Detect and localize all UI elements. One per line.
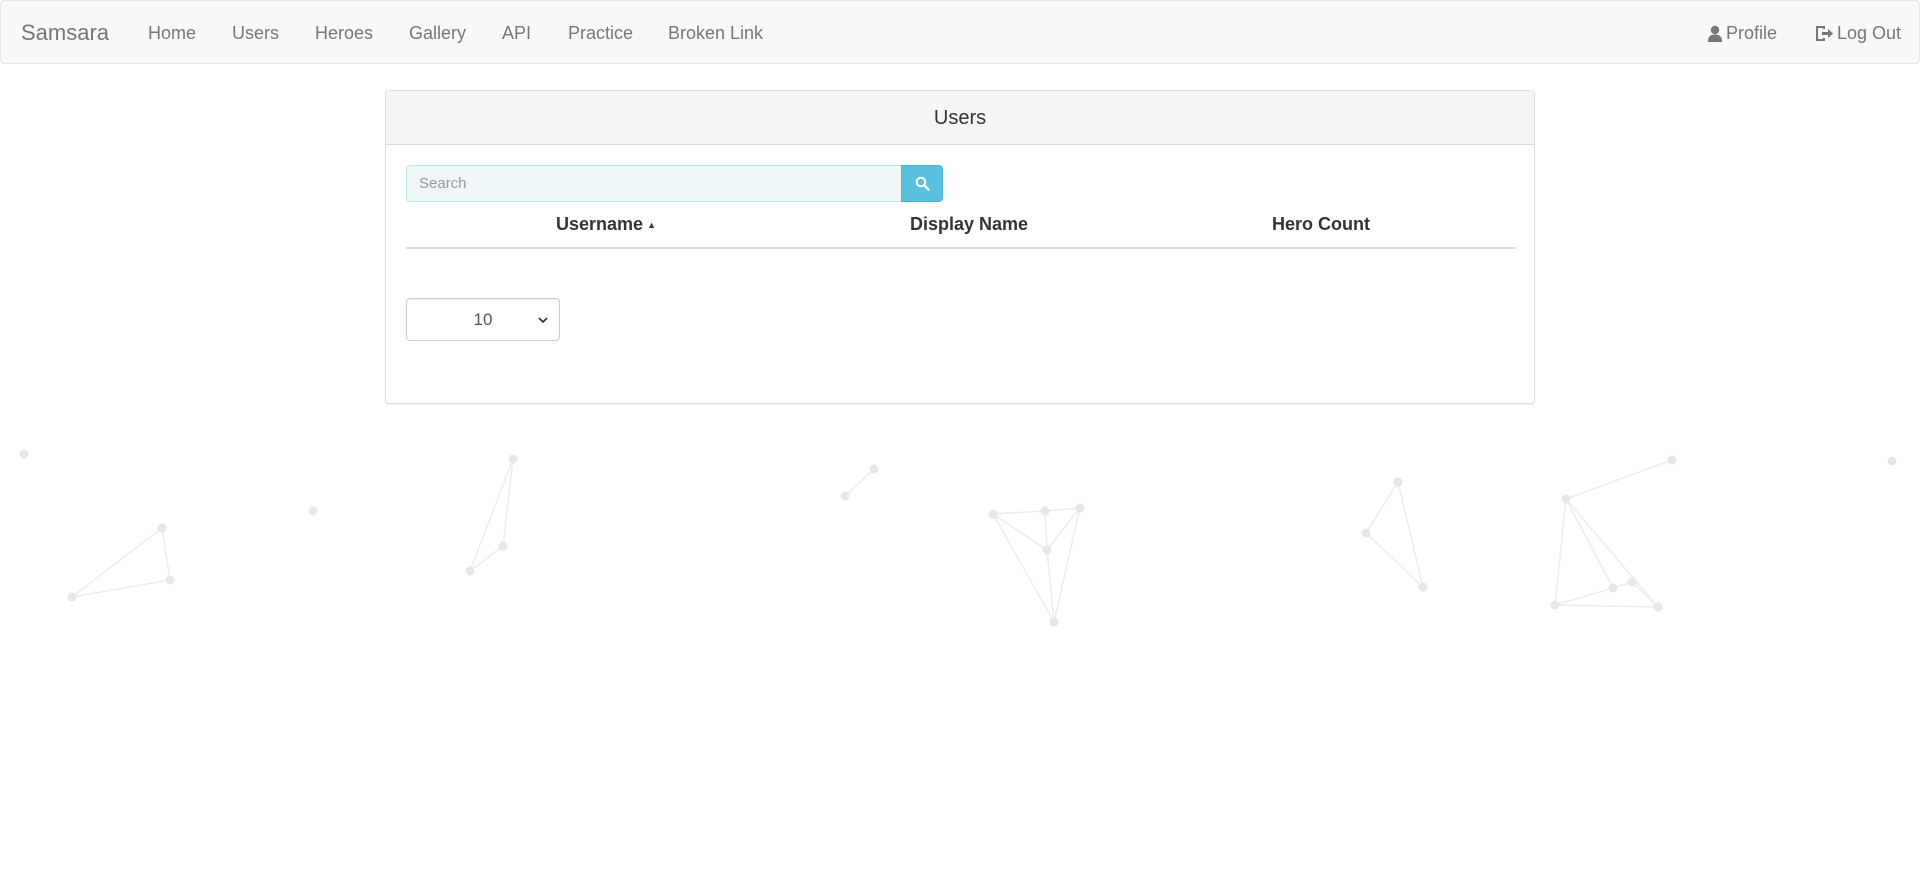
brand-link[interactable]: Samsara — [21, 20, 109, 46]
background-network-decoration — [19, 449, 1897, 627]
sort-ascending-icon: ▲ — [647, 220, 656, 231]
search-button[interactable] — [901, 165, 943, 202]
users-panel: Users Username▲ Display Name Hero Count … — [385, 90, 1535, 404]
table-header-divider — [406, 247, 1516, 249]
user-icon — [1708, 25, 1722, 42]
search-icon — [915, 176, 930, 191]
logout-link[interactable]: Log Out — [1815, 22, 1901, 44]
nav-item-broken-link[interactable]: Broken Link — [668, 22, 763, 44]
nav-item-heroes[interactable]: Heroes — [315, 22, 373, 44]
page-size-value: 10 — [473, 309, 493, 329]
nav-item-api[interactable]: API — [502, 22, 531, 44]
column-header-hero-count[interactable]: Hero Count — [1221, 213, 1421, 235]
chevron-down-icon — [538, 317, 548, 324]
logout-icon — [1816, 25, 1833, 41]
column-header-username[interactable]: Username ▲ — [506, 213, 706, 236]
nav-item-practice[interactable]: Practice — [568, 22, 633, 44]
nav-item-gallery[interactable]: Gallery — [409, 22, 466, 44]
profile-label: Profile — [1726, 23, 1778, 43]
search-input[interactable] — [406, 165, 901, 202]
nav-item-home[interactable]: Home — [148, 22, 196, 44]
top-navbar: Samsara Home Users Heroes Gallery API Pr… — [0, 0, 1920, 64]
logout-label: Log Out — [1837, 23, 1902, 43]
column-username-label: Username — [556, 214, 644, 234]
nav-item-users[interactable]: Users — [232, 22, 279, 44]
panel-title: Users — [386, 91, 1534, 145]
page-size-select[interactable]: 10 — [406, 298, 560, 341]
profile-link[interactable]: Profile — [1707, 22, 1777, 44]
column-header-display-name[interactable]: Display Name — [869, 213, 1069, 235]
